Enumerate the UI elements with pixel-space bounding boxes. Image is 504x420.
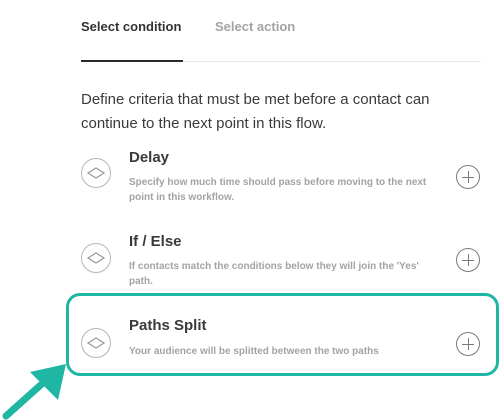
tab-select-action[interactable]: Select action bbox=[215, 19, 295, 34]
condition-description: Define criteria that must be met before … bbox=[81, 91, 430, 132]
active-tab-indicator bbox=[81, 60, 183, 62]
pointer-arrow-icon bbox=[2, 364, 66, 420]
condition-diamond-icon bbox=[81, 243, 111, 273]
plus-icon[interactable] bbox=[456, 165, 480, 189]
highlight-box bbox=[66, 293, 499, 376]
tab-select-condition[interactable]: Select condition bbox=[81, 19, 181, 34]
option-description: Specify how much time should pass before… bbox=[129, 177, 427, 203]
condition-diamond-icon bbox=[81, 158, 111, 188]
option-description: If contacts match the conditions below t… bbox=[129, 261, 419, 287]
option-title: If / Else bbox=[129, 233, 182, 250]
plus-icon[interactable] bbox=[456, 248, 480, 272]
option-title: Delay bbox=[129, 149, 170, 166]
option-if-else[interactable]: If / Else If contacts match the conditio… bbox=[70, 230, 498, 300]
option-delay[interactable]: Delay Specify how much time should pass … bbox=[70, 146, 498, 216]
condition-tabs: Select condition Select action bbox=[81, 0, 481, 62]
